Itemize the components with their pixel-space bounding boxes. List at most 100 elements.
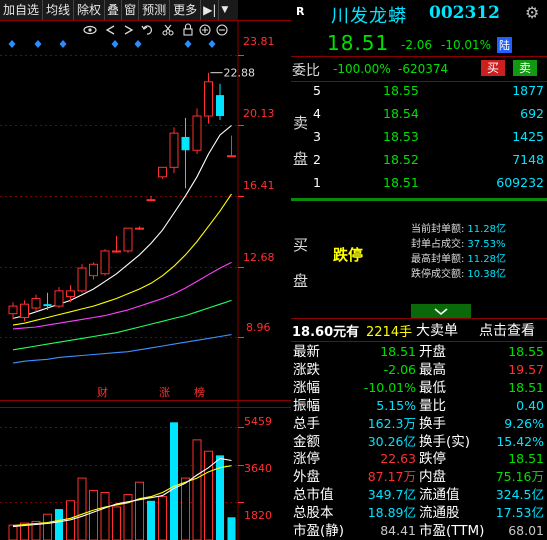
volume-bar	[170, 422, 178, 540]
quote-value: 75.16万	[495, 469, 544, 485]
sell-level-3[interactable]: 3 18.53 1425	[291, 128, 547, 146]
quote-row: 振幅 5.15% 量比 0.40	[291, 397, 547, 415]
candle-body	[100, 250, 110, 275]
price-tick: 8.96	[246, 321, 271, 334]
candle	[77, 264, 87, 293]
limit-up-marker: 涨	[159, 386, 170, 399]
quote-value: 18.51	[508, 379, 544, 395]
quote-label: 金额	[293, 433, 320, 450]
big-order-bar[interactable]: 18.60元有 2214手 大卖单 点击查看	[291, 318, 547, 342]
sell-level-4[interactable]: 4 18.54 692	[291, 105, 547, 123]
quote-label: 换手(实)	[419, 433, 471, 450]
quote-label: 内盘	[419, 469, 446, 486]
candle-body	[181, 136, 190, 151]
zoom-in-icon[interactable]	[199, 24, 211, 36]
candle-body	[8, 305, 18, 315]
quote-row: 涨跌 -2.06 最高 19.57	[291, 361, 547, 379]
eye-icon[interactable]	[83, 25, 97, 35]
quote-value: -2.06	[383, 361, 416, 377]
quote-row: 总市值 349.7亿 流通值 324.5亿	[291, 486, 547, 504]
left-arrow-icon[interactable]	[105, 25, 115, 35]
candle-body	[31, 297, 41, 309]
level-price: 18.52	[383, 152, 419, 167]
quote-value: -10.01%	[363, 379, 416, 395]
info-row: 跌停成交额: 10.38亿	[411, 269, 507, 280]
quote-label: 市盈(TTM)	[419, 523, 485, 539]
quote-row: 市盈(静) 84.41 市盈(TTM) 68.01	[291, 522, 547, 540]
quote-label: 涨跌	[293, 361, 320, 378]
candle	[66, 285, 75, 303]
right-arrow-icon[interactable]	[124, 25, 134, 35]
diamond-icon	[184, 40, 192, 48]
candle-body	[158, 166, 167, 178]
buy-orderbook: 买 盘 跌停 当前封单额: 11.28亿 封单占成交: 37.53% 最高封单额: 1…	[291, 202, 547, 302]
quote-table: 最新 18.51 开盘 18.55 涨跌 -2.06 最高 19.57 涨幅 -10.01% 最低 1…	[291, 343, 547, 540]
expand-chevron-icon[interactable]	[411, 304, 471, 318]
quote-row: 涨幅 -10.01% 最低 18.51	[291, 379, 547, 397]
level-price: 18.53	[383, 129, 419, 144]
quote-row: 最新 18.51 开盘 18.55	[291, 343, 547, 361]
zoom-out-icon[interactable]	[216, 24, 228, 36]
quote-value: 0.40	[516, 397, 544, 413]
quote-label: 总市值	[293, 487, 334, 504]
quote-label: 流通值	[419, 487, 460, 504]
sell-level-2[interactable]: 2 18.52 7148	[291, 151, 547, 169]
volume-bar	[192, 439, 202, 540]
order-ratio-pct: -100.00%	[333, 62, 391, 76]
view-details-link[interactable]: 点击查看	[479, 320, 535, 340]
quote-row: 总手 162.3万 换手 9.26%	[291, 415, 547, 433]
quote-value: 17.53亿	[495, 505, 544, 521]
level-volume: 1877	[512, 83, 544, 98]
price-tick: 23.81	[243, 35, 275, 48]
info-row: 封单占成交: 37.53%	[411, 239, 506, 250]
diamond-icon	[111, 40, 119, 48]
sell-button[interactable]: 卖	[513, 60, 537, 76]
candle	[54, 287, 64, 308]
settings-gear-icon[interactable]: ⚙	[525, 3, 539, 22]
quote-value: 9.26%	[504, 415, 544, 431]
order-ratio-row: 委比 -100.00% -620374 买 卖	[291, 57, 547, 82]
level-number: 2	[313, 152, 321, 167]
volume-bar	[89, 489, 98, 540]
candle-body	[169, 132, 179, 168]
candle-body	[43, 304, 52, 307]
info-row: 当前封单额: 11.28亿	[411, 224, 507, 235]
volume-bar	[147, 500, 155, 540]
quote-value: 18.55	[508, 344, 544, 359]
candle-body	[227, 155, 236, 158]
buy-button[interactable]: 买	[481, 60, 505, 76]
event-labels[interactable]: 财 涨 榜	[97, 385, 205, 399]
candle	[100, 249, 110, 276]
candle	[135, 226, 144, 231]
volume-bar	[112, 506, 121, 540]
candle	[31, 294, 41, 312]
last-price: 18.51	[327, 31, 390, 55]
moving-average-lines	[12, 125, 232, 364]
connect-tag[interactable]: 陆	[497, 37, 512, 53]
quote-label: 振幅	[293, 397, 320, 414]
volume-bar	[181, 477, 190, 540]
candle-body	[77, 267, 87, 292]
candle-body	[123, 227, 133, 252]
sell-level-5[interactable]: 5 18.55 1877	[291, 82, 547, 100]
undo-icon[interactable]	[141, 25, 153, 35]
kline-chart[interactable]: 22.88 23.81 20.13 16.41 12.68 8.96 财 涨 榜…	[0, 0, 291, 540]
quote-label: 最低	[419, 379, 446, 396]
quote-value: 68.01	[508, 523, 544, 538]
quote-value: 22.63	[380, 451, 416, 467]
sell-orderbook: 卖 盘 5 18.55 1877 4 18.54 692 3 18.53 142…	[291, 82, 547, 198]
lock-icon[interactable]	[183, 23, 193, 36]
sell-level-1[interactable]: 1 18.51 609232	[291, 174, 547, 192]
volume-bar	[77, 477, 87, 540]
order-ratio-diff: -620374	[398, 62, 449, 76]
diamond-icon	[34, 40, 42, 48]
candle	[158, 166, 167, 179]
level-volume: 692	[520, 106, 544, 121]
order-ratio-label: 委比	[292, 63, 320, 79]
level-price: 18.55	[383, 83, 419, 98]
volume-bar	[135, 481, 144, 540]
level-number: 3	[313, 129, 321, 144]
level-price: 18.51	[383, 175, 419, 190]
scissors-icon[interactable]	[162, 24, 174, 36]
volume-bar	[227, 517, 236, 540]
